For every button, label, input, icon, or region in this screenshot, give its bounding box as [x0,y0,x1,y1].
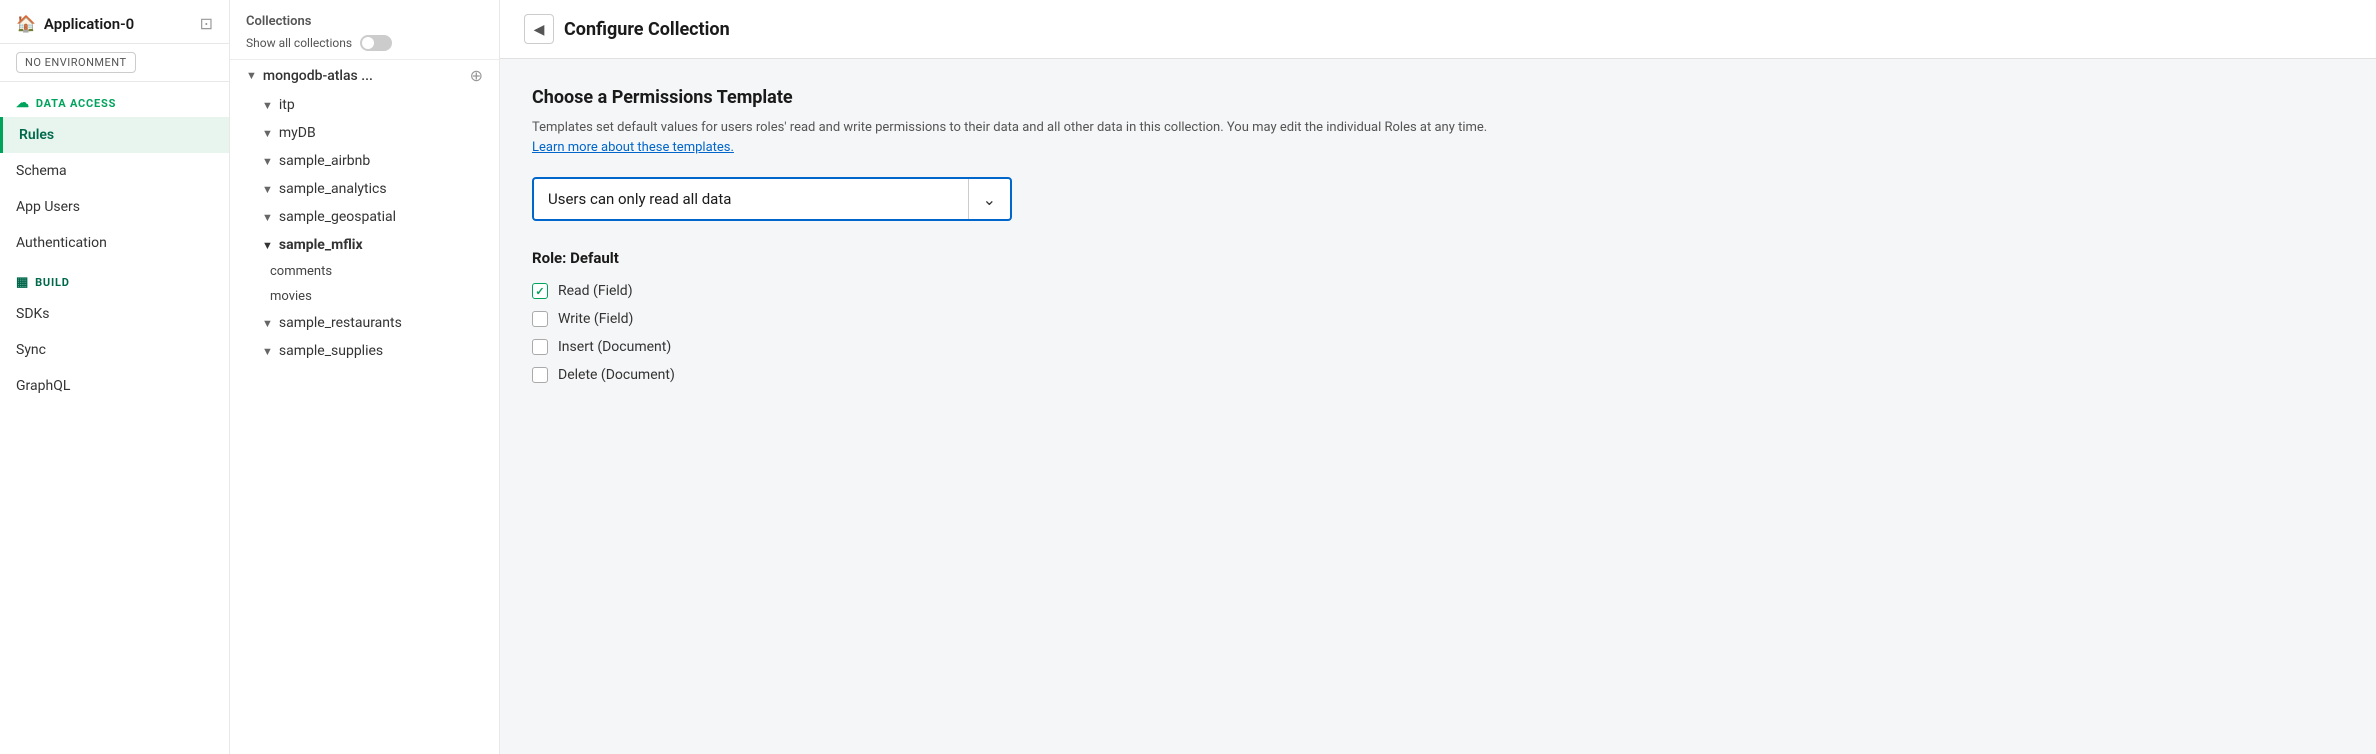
build-icon: ▦ [16,275,29,290]
app-title: Application-0 [44,15,134,33]
chevron-right-icon: ▼ [262,345,273,358]
collection-name: movies [270,289,312,304]
role-item-insert-document: Insert (Document) [532,339,2344,355]
db-sample-airbnb[interactable]: ▼ sample_airbnb [230,147,499,175]
chevron-down-icon: ▼ [262,239,273,252]
learn-more-link[interactable]: Learn more about these templates. [532,140,734,155]
chevron-right-icon: ▼ [262,127,273,140]
role-item-read-field: Read (Field) [532,283,2344,299]
role-item-write-field: Write (Field) [532,311,2344,327]
chevron-right-icon: ▼ [262,99,273,112]
sidebar-item-sync[interactable]: Sync [0,332,229,368]
sidebar-item-app-users[interactable]: App Users [0,189,229,225]
db-name: sample_analytics [279,181,387,197]
dropdown-arrow-icon[interactable]: ⌄ [969,180,1010,219]
permissions-heading: Choose a Permissions Template [532,87,2344,108]
chevron-right-icon: ▼ [262,317,273,330]
db-sample-supplies[interactable]: ▼ sample_supplies [230,337,499,365]
add-collection-icon[interactable]: ⊕ [470,66,483,85]
db-name: sample_restaurants [279,315,402,331]
copy-icon[interactable]: ⊡ [200,14,213,33]
db-name: sample_airbnb [279,153,370,169]
role-item-delete-document: Delete (Document) [532,367,2344,383]
write-field-checkbox[interactable] [532,311,548,327]
sidebar-item-graphql[interactable]: GraphQL [0,368,229,404]
db-itp[interactable]: ▼ itp [230,91,499,119]
chevron-right-icon: ▼ [262,155,273,168]
sidebar-item-authentication[interactable]: Authentication [0,225,229,261]
collection-name: comments [270,264,332,279]
db-name: mongodb-atlas ... [263,68,373,84]
chevron-down-icon: ▼ [246,69,257,82]
show-all-toggle[interactable] [360,35,392,51]
delete-document-label: Delete (Document) [558,367,675,383]
insert-document-checkbox[interactable] [532,339,548,355]
write-field-label: Write (Field) [558,311,633,327]
sidebar-env: NO ENVIRONMENT [0,44,229,82]
collections-header: Collections Show all collections [230,0,499,60]
configure-body: Choose a Permissions Template Templates … [500,59,2376,423]
permissions-description: Templates set default values for users r… [532,118,1512,157]
back-arrow-icon: ◀ [534,21,545,38]
show-all-collections-row: Show all collections [246,35,483,51]
role-section-title: Role: Default [532,249,2344,267]
sidebar-item-rules[interactable]: Rules [0,117,229,153]
data-access-section-label: ☁ DATA ACCESS [0,82,229,117]
sidebar-item-sdks[interactable]: SDKs [0,296,229,332]
permissions-dropdown[interactable]: Users can only read all data ⌄ [532,177,1012,221]
collections-title: Collections [246,14,483,29]
insert-document-label: Insert (Document) [558,339,671,355]
chevron-right-icon: ▼ [262,211,273,224]
db-name: sample_supplies [279,343,383,359]
back-button[interactable]: ◀ [524,14,554,44]
configure-collection-title: Configure Collection [564,19,730,40]
db-mydb[interactable]: ▼ myDB [230,119,499,147]
delete-document-checkbox[interactable] [532,367,548,383]
db-sample-mflix[interactable]: ▼ sample_mflix [230,231,499,259]
main-content: ◀ Configure Collection Choose a Permissi… [500,0,2376,754]
db-name: itp [279,97,295,113]
sidebar: 🏠 Application-0 ⊡ NO ENVIRONMENT ☁ DATA … [0,0,230,754]
db-sample-geospatial[interactable]: ▼ sample_geospatial [230,203,499,231]
db-name: sample_mflix [279,237,363,253]
environment-badge[interactable]: NO ENVIRONMENT [16,52,136,73]
show-all-collections-label: Show all collections [246,36,352,50]
db-mongodb-atlas[interactable]: ▼ mongodb-atlas ... ⊕ [230,60,499,91]
configure-header: ◀ Configure Collection [500,0,2376,59]
cloud-icon: ☁ [16,96,30,111]
selected-template-text: Users can only read all data [534,180,968,218]
collection-movies[interactable]: movies [230,284,499,309]
build-section-label: ▦ BUILD [0,261,229,296]
read-field-label: Read (Field) [558,283,633,299]
db-name: sample_geospatial [279,209,396,225]
db-sample-analytics[interactable]: ▼ sample_analytics [230,175,499,203]
sidebar-item-schema[interactable]: Schema [0,153,229,189]
home-icon: 🏠 [16,14,36,33]
sidebar-header: 🏠 Application-0 ⊡ [0,0,229,44]
collections-panel: Collections Show all collections ▼ mongo… [230,0,500,754]
read-field-checkbox[interactable] [532,283,548,299]
db-name: myDB [279,125,316,141]
collection-comments[interactable]: comments [230,259,499,284]
db-sample-restaurants[interactable]: ▼ sample_restaurants [230,309,499,337]
chevron-right-icon: ▼ [262,183,273,196]
